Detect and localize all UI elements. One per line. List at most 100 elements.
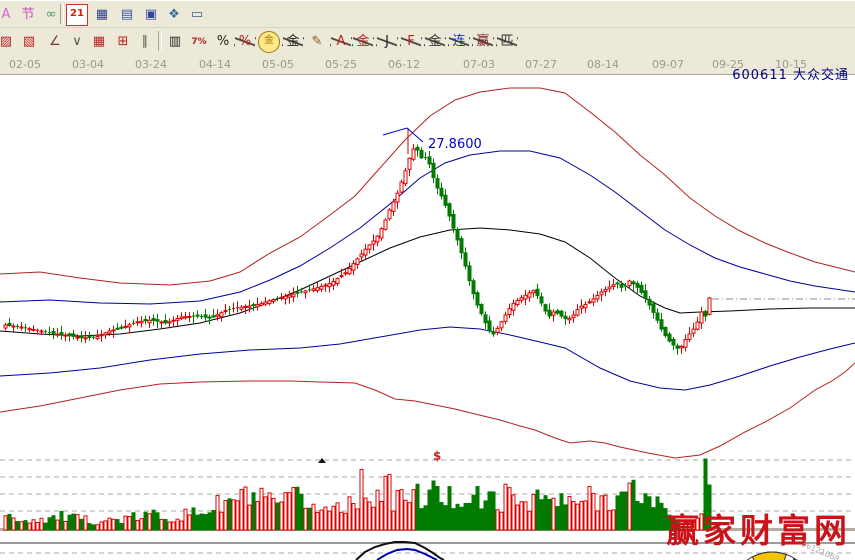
candle-body — [416, 147, 419, 150]
volume-bar — [340, 512, 343, 530]
volume-bar — [296, 487, 299, 530]
volume-bar — [92, 525, 95, 530]
volume-bar — [640, 504, 643, 530]
ying-line-icon[interactable]: 赢 — [472, 31, 494, 53]
gold-slash-icon[interactable]: 金 — [424, 31, 446, 53]
candle-body — [392, 202, 395, 211]
volume-bar — [496, 510, 499, 530]
candle-body — [496, 328, 499, 332]
candle-body — [56, 334, 59, 335]
percent-ruler-icon[interactable]: % — [234, 31, 256, 53]
curve-knot-icon[interactable]: ∞ — [40, 4, 62, 26]
volume-bar — [232, 500, 235, 530]
candle-body — [600, 292, 603, 295]
j-line-icon[interactable]: J — [376, 31, 398, 53]
volume-bar — [8, 514, 11, 530]
candle-body — [456, 230, 459, 240]
hatch-icon[interactable]: ▧ — [18, 31, 40, 53]
volume-bar — [512, 495, 515, 530]
trendline-icon[interactable]: ∠ — [44, 31, 66, 53]
volume-bar — [132, 513, 135, 530]
chart-area[interactable]: 27.8600$ — [0, 75, 855, 560]
grid-icon[interactable]: ▦ — [88, 31, 110, 53]
volume-bar — [400, 490, 403, 530]
toolbar-row-1: A节∞21▦▤▣❖▭ — [0, 0, 855, 28]
candle-body — [700, 312, 703, 323]
gold-coin-icon[interactable]: 金 — [258, 31, 280, 53]
candle-body — [696, 322, 699, 329]
grid-arrow-icon[interactable]: ⊞ — [112, 31, 134, 53]
candle-body — [596, 296, 599, 299]
partial-icon[interactable]: A — [0, 4, 17, 26]
quote-columns-icon[interactable]: ▥ — [164, 31, 186, 53]
volume-bar — [228, 499, 231, 530]
volume-bar — [644, 494, 647, 530]
candle-body — [388, 210, 391, 219]
volume-bar — [88, 524, 91, 530]
candle-body — [652, 304, 655, 312]
candle-body — [160, 322, 163, 323]
volume-bar — [68, 515, 71, 530]
volume-bar — [548, 499, 551, 530]
fill-hatch-icon[interactable]: ▨ — [0, 31, 17, 53]
candle-body — [144, 319, 147, 320]
candle-body — [248, 306, 251, 307]
volume-bar — [280, 502, 283, 530]
candle-body — [268, 301, 271, 304]
candle-body — [372, 241, 375, 244]
percent-icon[interactable]: % — [212, 31, 234, 53]
volume-bar — [60, 511, 63, 530]
gold-line-icon[interactable]: 金 — [282, 31, 304, 53]
candle-body — [688, 334, 691, 339]
calculator-icon[interactable]: ▦ — [91, 4, 113, 26]
notepad-icon[interactable]: ▤ — [116, 4, 138, 26]
percent-line-icon[interactable]: 7% — [188, 31, 210, 53]
save-icon[interactable]: ▣ — [140, 4, 162, 26]
pi-line-icon[interactable]: 匹 — [496, 31, 518, 53]
volume-bar — [180, 521, 183, 530]
volume-bar — [376, 490, 379, 530]
volume-bar — [36, 523, 39, 530]
printer-icon[interactable]: ▭ — [186, 4, 208, 26]
network-icon[interactable]: ❖ — [163, 4, 185, 26]
candle-body — [608, 287, 611, 289]
candle-body — [664, 327, 667, 335]
festival-icon[interactable]: 节 — [17, 4, 39, 26]
gold-red-icon[interactable]: 金 — [352, 31, 374, 53]
channel-icon[interactable]: ∥ — [134, 31, 156, 53]
volume-bar — [444, 506, 447, 530]
volume-bar — [236, 501, 239, 530]
candle-body — [472, 281, 475, 294]
volume-bar — [148, 514, 151, 530]
candle-body — [168, 322, 171, 323]
volume-bar — [352, 504, 355, 530]
lower-red-band — [0, 363, 855, 458]
volume-bar — [652, 508, 655, 530]
candle-body — [356, 259, 359, 265]
date-label: 06-12 — [388, 58, 420, 71]
volume-bar — [480, 509, 483, 530]
candle-body — [292, 294, 295, 297]
candle-body — [708, 298, 711, 314]
candle-body — [464, 253, 467, 266]
candle-body — [32, 329, 35, 330]
candle-body — [72, 334, 75, 336]
volume-bar — [484, 501, 487, 530]
volume-bar — [536, 490, 539, 530]
candle-body — [320, 286, 323, 289]
zigzag-icon[interactable]: ∨ — [66, 31, 88, 53]
candle-body — [316, 288, 319, 291]
calendar-21-icon[interactable]: 21 — [66, 4, 88, 26]
volume-bar — [608, 511, 611, 530]
candle-body — [428, 157, 431, 164]
candle-body — [244, 306, 247, 307]
brush-icon[interactable]: ✎ — [306, 31, 328, 53]
wave-a-icon[interactable]: A — [330, 31, 352, 53]
candle-body — [60, 333, 63, 335]
volume-bar — [588, 487, 591, 530]
peak-price-label: 27.8600 — [428, 137, 482, 152]
volume-bar — [408, 503, 411, 530]
candle-body — [636, 284, 639, 288]
f-line-icon[interactable]: F — [400, 31, 422, 53]
lian-line-icon[interactable]: 连 — [448, 31, 470, 53]
